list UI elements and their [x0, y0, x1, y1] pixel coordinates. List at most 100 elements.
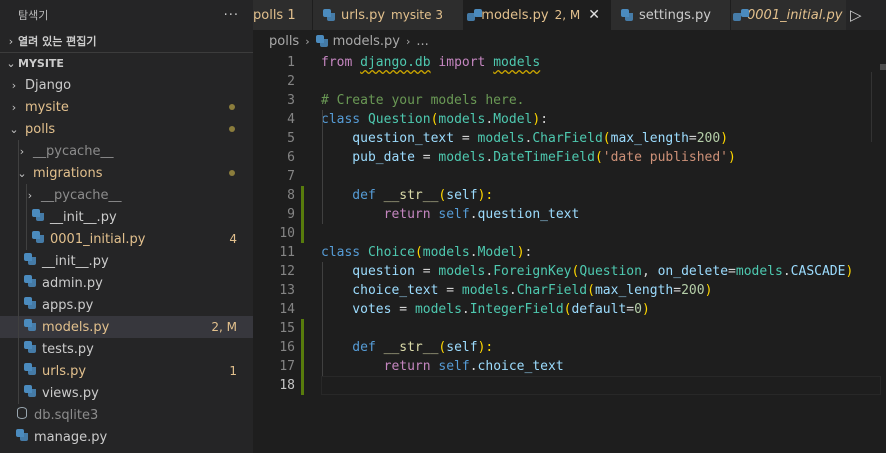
tree-item[interactable]: db.sqlite3: [0, 404, 253, 426]
scrollbar-track[interactable]: [871, 72, 872, 142]
indent-guide: [18, 360, 19, 382]
code-token: CASCADE: [790, 264, 846, 279]
python-file-icon: [22, 363, 38, 379]
breadcrumb-more[interactable]: ...: [416, 34, 428, 49]
code-token: =: [688, 131, 697, 146]
python-logo: [24, 385, 36, 397]
code-line[interactable]: 7: [253, 167, 873, 186]
tree-item-label: migrations: [33, 165, 103, 181]
code-text[interactable]: from django.db import models: [321, 55, 540, 70]
run-icon[interactable]: ▷: [850, 6, 862, 24]
open-editors-section[interactable]: › 열려 있는 편집기: [0, 30, 253, 52]
code-text[interactable]: class Question(models.Model):: [321, 112, 548, 127]
tree-item[interactable]: apps.py: [0, 294, 253, 316]
code-text[interactable]: return self.question_text: [321, 207, 580, 222]
code-line[interactable]: 6 pub_date = models.DateTimeField('date …: [253, 148, 873, 167]
line-number: 11: [279, 245, 295, 260]
code-line[interactable]: 15: [253, 319, 873, 338]
tree-item[interactable]: ⌄ polls: [0, 118, 253, 140]
tree-item[interactable]: ⌄ migrations: [0, 162, 253, 184]
explorer-sidebar: 탐색기 ··· › 열려 있는 편집기 ⌄ MYSITE › Django › mys…: [0, 0, 253, 453]
workspace-section[interactable]: ⌄ MYSITE: [0, 52, 253, 74]
editor-tab[interactable]: 0001_initial.py: [731, 0, 851, 30]
code-editor[interactable]: 1 from django.db import models 2 3 # Create …: [253, 52, 886, 453]
code-line[interactable]: 2: [253, 72, 873, 91]
tree-item[interactable]: views.py: [0, 382, 253, 404]
tree-item[interactable]: models.py 2, M: [0, 316, 253, 338]
code-line[interactable]: 11 class Choice(models.Model):: [253, 243, 873, 262]
editor-tab[interactable]: urls.py mysite 3: [313, 0, 464, 30]
code-text[interactable]: class Choice(models.Model):: [321, 245, 532, 260]
code-text[interactable]: # Create your models here.: [321, 93, 525, 108]
code-text[interactable]: return self.choice_text: [321, 359, 564, 374]
code-line[interactable]: 5 question_text = models.CharField(max_l…: [253, 129, 873, 148]
code-token: ): [845, 264, 854, 279]
code-token: .: [461, 302, 470, 317]
breadcrumb-file[interactable]: models.py: [333, 34, 400, 49]
code-text[interactable]: def __str__(self):: [321, 188, 493, 203]
code-text[interactable]: question = models.ForeignKey(Question, o…: [321, 264, 853, 279]
code-line[interactable]: 8 def __str__(self):: [253, 186, 873, 205]
tree-item[interactable]: __init__.py: [0, 250, 253, 272]
code-token: IntegerField: [469, 302, 564, 317]
code-line[interactable]: 9 return self.question_text: [253, 205, 873, 224]
code-token: CharField: [516, 283, 588, 298]
code-token: =: [673, 283, 682, 298]
python-file-icon: [22, 275, 38, 291]
code-line[interactable]: 13 choice_text = models.CharField(max_le…: [253, 281, 873, 300]
tree-item-label: polls: [25, 121, 56, 137]
python-logo: [24, 341, 36, 353]
editor-tab[interactable]: models.py 2, M ✕: [464, 0, 611, 30]
code-token: question: [321, 264, 415, 279]
code-token: .: [782, 264, 791, 279]
code-text[interactable]: votes = models.IntegerField(default=0): [321, 302, 649, 317]
code-token: .: [469, 359, 478, 374]
tree-item[interactable]: › __pycache__: [0, 184, 253, 206]
indent-guide: [18, 338, 19, 360]
line-number: 17: [279, 359, 295, 374]
status-badge: 2, M: [211, 320, 237, 334]
chevron-right-icon: ›: [11, 78, 17, 92]
code-line[interactable]: 4 class Question(models.Model):: [253, 110, 873, 129]
tree-item[interactable]: › Django: [0, 74, 253, 96]
code-text[interactable]: def __str__(self):: [321, 340, 493, 355]
code-token: .: [508, 283, 517, 298]
tree-item-label: views.py: [42, 385, 99, 401]
tree-item[interactable]: manage.py: [0, 426, 253, 448]
editor-tab[interactable]: settings.py: [611, 0, 731, 30]
line-number: 5: [287, 131, 295, 146]
breadcrumb: polls › models.py › ...: [253, 30, 886, 52]
code-line[interactable]: 1 from django.db import models: [253, 53, 873, 72]
tree-item[interactable]: › __pycache__: [0, 140, 253, 162]
indent-guide: [18, 382, 19, 404]
code-token: choice_text: [477, 359, 564, 374]
code-line[interactable]: 16 def __str__(self):: [253, 338, 873, 357]
code-line[interactable]: 12 question = models.ForeignKey(Question…: [253, 262, 873, 281]
code-line[interactable]: 18: [253, 376, 873, 395]
code-line[interactable]: 10: [253, 224, 873, 243]
close-icon[interactable]: ✕: [588, 7, 600, 23]
more-actions-icon[interactable]: ···: [224, 8, 239, 23]
tree-item[interactable]: tests.py: [0, 338, 253, 360]
indent-guide: [18, 184, 19, 206]
code-line[interactable]: 3 # Create your models here.: [253, 91, 873, 110]
indent-guide: [322, 262, 323, 376]
tree-item[interactable]: __init__.py: [0, 206, 253, 228]
tree-item-label: db.sqlite3: [34, 407, 99, 423]
code-token: Model: [477, 245, 517, 260]
code-text[interactable]: pub_date = models.DateTimeField('date pu…: [321, 150, 736, 165]
code-text[interactable]: question_text = models.CharField(max_len…: [321, 131, 728, 146]
file-tree: › Django › mysite ⌄ polls › __pycache__ ⌄ migrati…: [0, 74, 253, 448]
code-text[interactable]: choice_text = models.CharField(max_lengt…: [321, 283, 712, 298]
code-token: (: [414, 245, 423, 260]
tree-item[interactable]: admin.py: [0, 272, 253, 294]
tree-item[interactable]: 0001_initial.py 4: [0, 228, 253, 250]
python-logo: [24, 363, 36, 375]
code-line[interactable]: 17 return self.choice_text: [253, 357, 873, 376]
code-token: CharField: [532, 131, 603, 146]
tree-item[interactable]: › mysite: [0, 96, 253, 118]
code-line[interactable]: 14 votes = models.IntegerField(default=0…: [253, 300, 873, 319]
editor-tab[interactable]: polls 1: [253, 0, 313, 30]
tree-item[interactable]: urls.py 1: [0, 360, 253, 382]
breadcrumb-folder[interactable]: polls: [269, 34, 299, 49]
